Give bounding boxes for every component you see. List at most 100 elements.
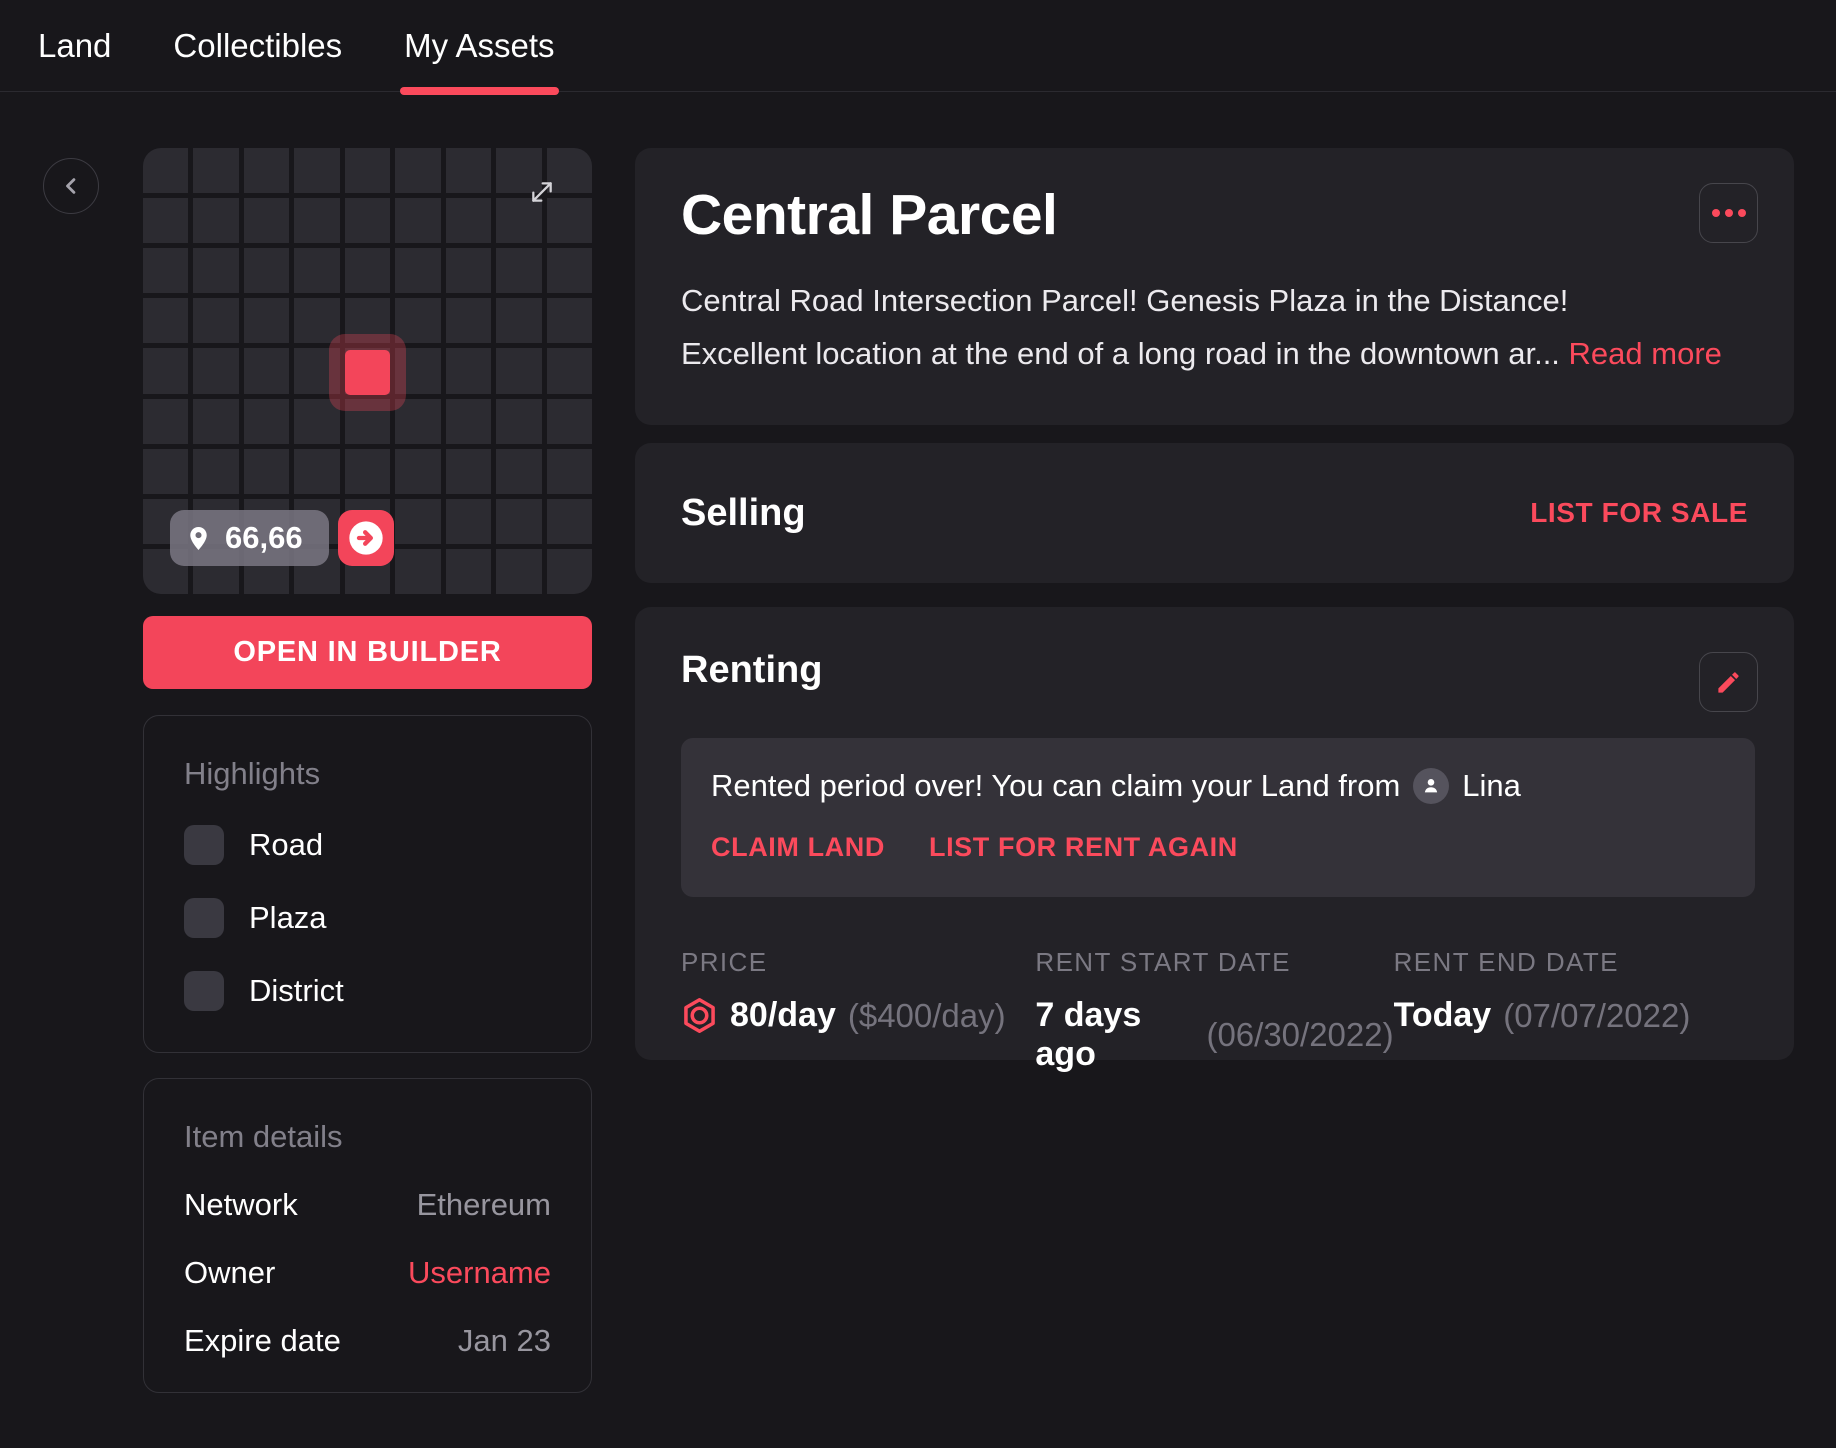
detail-row-owner: Owner Username <box>184 1255 551 1291</box>
owner-value-link[interactable]: Username <box>408 1255 551 1291</box>
map-cell <box>547 399 592 444</box>
description-line-2: Excellent location at the end of a long … <box>681 327 1748 380</box>
selected-parcel[interactable] <box>329 334 406 411</box>
map-cell <box>496 499 541 544</box>
parcel-summary-card: Central Parcel Central Road Intersection… <box>635 148 1794 425</box>
rent-end-value: Today <box>1394 996 1492 1035</box>
map-cell <box>345 248 390 293</box>
map-cell <box>345 449 390 494</box>
price-value: 80/day <box>730 996 836 1035</box>
map-cell <box>547 248 592 293</box>
map-cell <box>244 348 289 393</box>
map-cell <box>496 248 541 293</box>
map-cell <box>446 549 491 594</box>
tab-my-assets[interactable]: My Assets <box>404 0 554 91</box>
expand-map-button[interactable] <box>526 176 558 208</box>
more-options-button[interactable] <box>1699 183 1758 243</box>
map-cell <box>143 148 188 193</box>
coordinates-badge: 66,66 <box>170 510 329 566</box>
checkbox-district-label: District <box>249 973 344 1009</box>
map-cell <box>294 148 339 193</box>
rent-end-value-row: Today (07/07/2022) <box>1394 996 1748 1035</box>
map-cell <box>395 148 440 193</box>
map-cell <box>547 449 592 494</box>
checkbox-district[interactable] <box>184 971 224 1011</box>
arrow-right-circle-icon <box>346 518 386 558</box>
rent-notice-panel: Rented period over! You can claim your L… <box>681 738 1755 897</box>
detail-row-network: Network Ethereum <box>184 1187 551 1223</box>
map-cell <box>395 198 440 243</box>
page-title: Central Parcel <box>681 182 1748 248</box>
tab-collectibles[interactable]: Collectibles <box>173 0 342 91</box>
map-cell <box>193 248 238 293</box>
checkbox-road[interactable] <box>184 825 224 865</box>
map-cell <box>294 198 339 243</box>
map-cell <box>496 298 541 343</box>
map-cell <box>244 449 289 494</box>
map-cell <box>143 348 188 393</box>
renting-title: Renting <box>681 649 1748 692</box>
selling-title: Selling <box>681 492 806 535</box>
map-cell <box>547 348 592 393</box>
back-button[interactable] <box>43 158 99 214</box>
highlight-option-road: Road <box>184 825 551 865</box>
map-cell <box>193 449 238 494</box>
map-cell <box>143 248 188 293</box>
rent-start-stat: RENT START DATE 7 days ago (06/30/2022) <box>1035 947 1393 1074</box>
map-cell <box>193 348 238 393</box>
map-cell <box>547 298 592 343</box>
checkbox-plaza-label: Plaza <box>249 900 327 936</box>
map-cell <box>244 298 289 343</box>
map-cell <box>193 148 238 193</box>
expand-icon <box>526 176 558 208</box>
tab-land[interactable]: Land <box>38 0 111 91</box>
map-cell <box>446 298 491 343</box>
read-more-link[interactable]: Read more <box>1569 336 1722 371</box>
price-value-row: 80/day ($400/day) <box>681 996 1035 1035</box>
map-cell <box>143 198 188 243</box>
claim-land-button[interactable]: CLAIM LAND <box>711 832 885 863</box>
map-cell <box>294 298 339 343</box>
item-details-card: Item details Network Ethereum Owner User… <box>143 1078 592 1393</box>
coordinates-label: 66,66 <box>225 520 303 556</box>
left-column: 66,66 OPEN IN BUILDER Highlights Road Pl… <box>143 148 592 1393</box>
ellipsis-icon <box>1712 209 1746 217</box>
map-cell <box>345 198 390 243</box>
owner-label: Owner <box>184 1255 275 1291</box>
rent-start-label: RENT START DATE <box>1035 947 1393 978</box>
jump-in-button[interactable] <box>338 510 394 566</box>
tab-land-label: Land <box>38 27 111 65</box>
rent-end-date: (07/07/2022) <box>1503 997 1690 1035</box>
expire-date-label: Expire date <box>184 1323 341 1359</box>
open-in-builder-button[interactable]: OPEN IN BUILDER <box>143 616 592 689</box>
map-cell <box>446 399 491 444</box>
map-cell <box>446 348 491 393</box>
highlight-option-plaza: Plaza <box>184 898 551 938</box>
map-cell <box>395 298 440 343</box>
rent-notice-message: Rented period over! You can claim your L… <box>711 768 1400 804</box>
checkbox-plaza[interactable] <box>184 898 224 938</box>
map-cell <box>547 499 592 544</box>
network-label: Network <box>184 1187 298 1223</box>
map-cell <box>496 348 541 393</box>
map-cell <box>496 549 541 594</box>
mana-icon <box>681 997 718 1034</box>
list-for-rent-again-button[interactable]: LIST FOR RENT AGAIN <box>929 832 1238 863</box>
top-nav: Land Collectibles My Assets <box>0 0 1836 92</box>
map-cell <box>294 248 339 293</box>
map-cell <box>395 499 440 544</box>
checkbox-road-label: Road <box>249 827 323 863</box>
edit-rent-button[interactable] <box>1699 652 1758 712</box>
map-cell <box>395 449 440 494</box>
right-column: Central Parcel Central Road Intersection… <box>635 148 1794 1060</box>
expire-date-value: Jan 23 <box>458 1323 551 1359</box>
map-cell <box>345 148 390 193</box>
detail-row-expire-date: Expire date Jan 23 <box>184 1323 551 1359</box>
map-cell <box>446 198 491 243</box>
network-value: Ethereum <box>417 1187 551 1223</box>
map-cell <box>244 399 289 444</box>
list-for-sale-button[interactable]: LIST FOR SALE <box>1530 497 1748 529</box>
tenant-avatar <box>1413 768 1449 804</box>
active-tab-indicator <box>400 87 558 95</box>
parcel-description: Central Road Intersection Parcel! Genesi… <box>681 274 1748 380</box>
